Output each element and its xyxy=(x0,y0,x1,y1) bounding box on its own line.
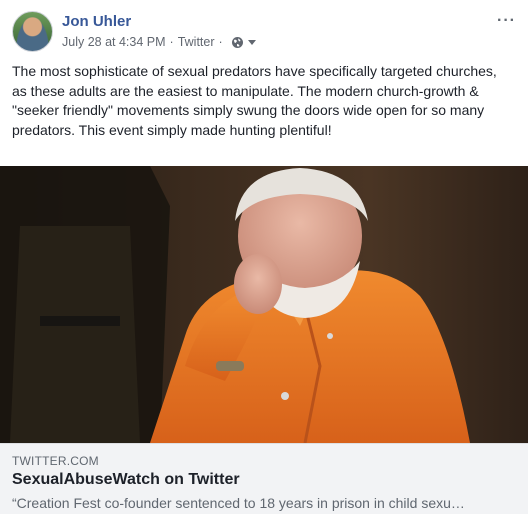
meta-separator: · xyxy=(169,35,174,49)
post-header: Jon Uhler July 28 at 4:34 PM · Twitter ·… xyxy=(0,0,528,58)
meta-separator: · xyxy=(218,35,223,49)
more-options-icon[interactable]: ··· xyxy=(497,12,516,30)
link-preview-info[interactable]: TWITTER.COM SexualAbuseWatch on Twitter … xyxy=(0,443,528,514)
author-avatar[interactable] xyxy=(12,11,53,52)
link-preview-image[interactable] xyxy=(0,166,528,443)
link-title[interactable]: SexualAbuseWatch on Twitter xyxy=(12,471,240,489)
post-meta: July 28 at 4:34 PM · Twitter · xyxy=(62,35,256,49)
post-source: Twitter xyxy=(177,35,215,49)
post-text: The most sophisticate of sexual predator… xyxy=(12,63,497,138)
post-timestamp[interactable]: July 28 at 4:34 PM xyxy=(62,35,166,49)
audience-dropdown-icon[interactable] xyxy=(247,39,256,45)
link-description: “Creation Fest co-founder sentenced to 1… xyxy=(12,495,465,511)
link-domain: TWITTER.COM xyxy=(12,454,99,468)
author-name-link[interactable]: Jon Uhler xyxy=(62,13,131,30)
link-preview-card[interactable]: TWITTER.COM SexualAbuseWatch on Twitter … xyxy=(0,166,528,514)
globe-icon[interactable] xyxy=(231,36,244,49)
